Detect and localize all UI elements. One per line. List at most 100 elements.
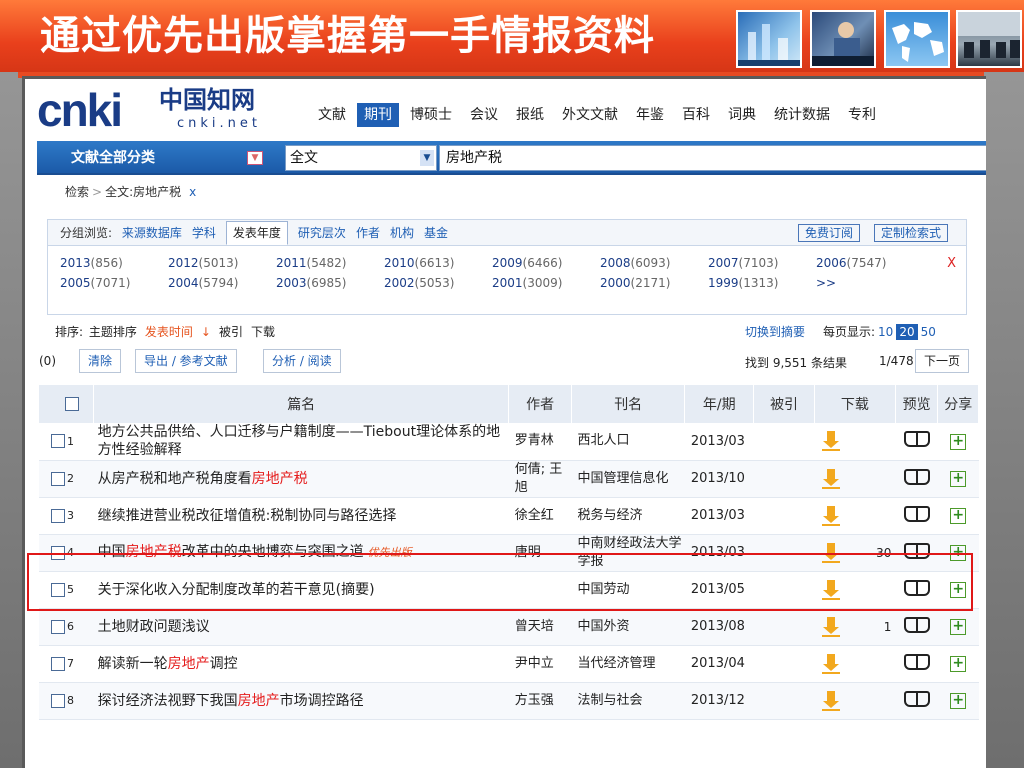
book-icon[interactable] — [903, 431, 930, 448]
author-link[interactable]: 何倩; 王旭 — [508, 460, 572, 498]
author-link[interactable]: 尹中立 — [508, 645, 572, 683]
year-filter-link[interactable]: 2011(5482) — [276, 256, 384, 270]
group-tab[interactable]: 基金 — [424, 226, 448, 240]
table-row[interactable]: 4 中国房地产税改革中的央地博弈与突围之道 优先出版 唐明 中南财经政法大学学报 2013… — [39, 534, 979, 572]
row-checkbox[interactable] — [51, 582, 65, 597]
year-filter-link[interactable]: 2000(2171) — [600, 276, 708, 290]
year-issue-link[interactable]: 2013/03 — [684, 534, 754, 572]
download-icon[interactable] — [822, 579, 841, 600]
article-title-link[interactable]: 解读新一轮房地产调控 — [93, 645, 509, 683]
year-filter-link[interactable]: 2009(6466) — [492, 256, 600, 270]
switch-to-abstract-link[interactable]: 切换到摘要 — [745, 323, 805, 340]
row-checkbox[interactable] — [51, 545, 65, 560]
year-filter-link[interactable]: 2012(5013) — [168, 256, 276, 270]
year-issue-link[interactable]: 2013/03 — [684, 423, 754, 461]
year-filter-link[interactable]: 2010(6613) — [384, 256, 492, 270]
journal-link[interactable]: 中国管理信息化 — [571, 460, 685, 498]
book-icon[interactable] — [903, 616, 930, 633]
year-filter-link[interactable]: 1999(1313) — [708, 276, 816, 290]
year-filter-link[interactable]: 2005(7071) — [60, 276, 168, 290]
book-icon[interactable] — [903, 653, 930, 670]
year-filter-link[interactable]: >> — [816, 276, 924, 290]
group-tab[interactable]: 学科 — [192, 226, 216, 240]
plus-icon[interactable]: + — [950, 433, 967, 450]
plus-icon[interactable]: + — [950, 545, 967, 561]
download-icon[interactable] — [822, 690, 841, 711]
row-checkbox[interactable] — [51, 434, 65, 449]
table-row[interactable]: 3 继续推进营业税改征增值税:税制协同与路径选择 徐全红 税务与经济 2013/03 + — [39, 497, 979, 535]
per-page-option[interactable]: 10 — [878, 325, 893, 339]
nav-tab[interactable]: 外文文献 — [555, 103, 625, 127]
year-filter-link[interactable]: 2008(6093) — [600, 256, 708, 270]
book-icon[interactable] — [903, 468, 930, 485]
close-icon[interactable]: X — [947, 256, 956, 271]
plus-icon[interactable]: + — [950, 693, 967, 709]
nav-tab[interactable]: 统计数据 — [767, 103, 837, 127]
free-subscribe-button[interactable]: 免费订阅 — [797, 224, 860, 242]
article-title-link[interactable]: 从房产税和地产税角度看房地产税 — [93, 460, 509, 498]
year-issue-link[interactable]: 2013/04 — [684, 645, 754, 683]
next-page-button[interactable]: 下一页 — [915, 349, 970, 373]
plus-icon[interactable]: + — [950, 656, 967, 672]
year-issue-link[interactable]: 2013/12 — [684, 682, 754, 720]
breadcrumb-close-button[interactable]: x — [189, 185, 196, 199]
journal-link[interactable]: 法制与社会 — [571, 682, 685, 720]
year-filter-link[interactable]: 2013(856) — [60, 256, 168, 270]
nav-tab[interactable]: 期刊 — [357, 103, 399, 127]
journal-link[interactable]: 中国劳动 — [571, 571, 685, 609]
download-icon[interactable] — [822, 468, 841, 489]
download-icon[interactable] — [822, 431, 841, 451]
year-filter-link[interactable]: 2002(5053) — [384, 276, 492, 290]
table-row[interactable]: 8 探讨经济法视野下我国房地产市场调控路径 方玉强 法制与社会 2013/12 + — [39, 682, 979, 720]
group-tab[interactable]: 来源数据库 — [122, 226, 182, 240]
article-title-link[interactable]: 土地财政问题浅议 — [93, 608, 509, 646]
year-filter-link[interactable]: 2001(3009) — [492, 276, 600, 290]
author-link[interactable]: 曾天培 — [508, 608, 572, 646]
table-row[interactable]: 5 关于深化收入分配制度改革的若干意见(摘要) 中国劳动 2013/05 + — [39, 571, 979, 609]
group-tab[interactable]: 作者 — [356, 226, 380, 240]
nav-tab[interactable]: 百科 — [675, 103, 717, 127]
row-checkbox[interactable] — [51, 693, 65, 708]
download-icon[interactable] — [822, 505, 841, 526]
year-filter-link[interactable]: 2004(5794) — [168, 276, 276, 290]
sort-option[interactable]: 下载 — [251, 325, 275, 339]
journal-link[interactable]: 税务与经济 — [571, 497, 685, 535]
clear-button[interactable]: 清除 — [79, 349, 122, 373]
sort-option[interactable]: 被引 — [219, 325, 243, 339]
nav-tab[interactable]: 博硕士 — [403, 103, 459, 127]
article-title-link[interactable]: 探讨经济法视野下我国房地产市场调控路径 — [93, 682, 509, 720]
journal-link[interactable]: 当代经济管理 — [571, 645, 685, 683]
per-page-option[interactable]: 20 — [896, 324, 918, 340]
article-title-link[interactable]: 关于深化收入分配制度改革的若干意见(摘要) — [93, 571, 509, 609]
nav-tab[interactable]: 报纸 — [509, 103, 551, 127]
author-link[interactable]: 徐全红 — [508, 497, 572, 535]
book-icon[interactable] — [903, 579, 930, 596]
journal-link[interactable]: 中国外资 — [571, 608, 685, 646]
author-link[interactable]: 罗青林 — [508, 423, 572, 461]
book-icon[interactable] — [903, 690, 930, 707]
year-issue-link[interactable]: 2013/10 — [684, 460, 754, 498]
year-issue-link[interactable]: 2013/05 — [684, 571, 754, 609]
plus-icon[interactable]: + — [950, 582, 967, 598]
category-selector[interactable]: 文献全部分类 ▼ — [37, 141, 277, 175]
download-icon[interactable] — [822, 653, 841, 674]
field-select[interactable]: 全文 ▼ — [285, 145, 437, 171]
journal-link[interactable]: 西北人口 — [571, 423, 685, 461]
year-filter-link[interactable]: 2003(6985) — [276, 276, 384, 290]
plus-icon[interactable]: + — [950, 508, 967, 524]
table-row[interactable]: 2 从房产税和地产税角度看房地产税 何倩; 王旭 中国管理信息化 2013/10 + — [39, 460, 979, 498]
custom-query-button[interactable]: 定制检索式 — [873, 224, 948, 242]
row-checkbox[interactable] — [51, 471, 65, 486]
table-row[interactable]: 6 土地财政问题浅议 曾天培 中国外资 2013/08 1 + — [39, 608, 979, 646]
article-title-link[interactable]: 中国房地产税改革中的央地博弈与突围之道 优先出版 — [93, 534, 509, 572]
search-input[interactable]: 房地产税 — [439, 145, 986, 171]
chevron-down-icon[interactable]: ▼ — [247, 151, 263, 165]
chevron-down-icon[interactable]: ▼ — [420, 150, 434, 166]
group-tab[interactable]: 研究层次 — [298, 226, 346, 240]
download-icon[interactable] — [822, 616, 841, 637]
sort-option[interactable]: 主题排序 — [89, 325, 137, 339]
article-title-link[interactable]: 继续推进营业税改征增值税:税制协同与路径选择 — [93, 497, 509, 535]
breadcrumb-root[interactable]: 检索 — [65, 185, 89, 199]
plus-icon[interactable]: + — [950, 619, 967, 635]
book-icon[interactable] — [903, 542, 930, 559]
